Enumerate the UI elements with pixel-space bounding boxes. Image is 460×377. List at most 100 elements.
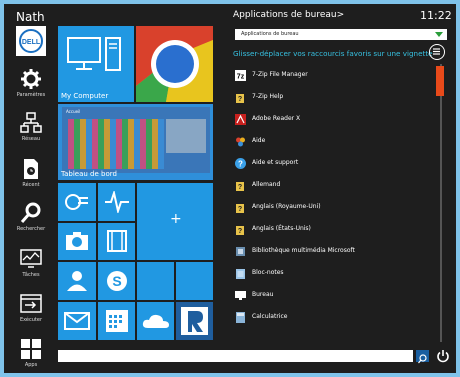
svg-text:?: ?: [238, 96, 242, 103]
desktop-icon: [235, 291, 246, 300]
tile-system-info[interactable]: [58, 183, 96, 221]
search-button[interactable]: [416, 350, 429, 364]
app-label: Adobe Reader X: [252, 115, 301, 122]
tile-add[interactable]: +: [137, 183, 213, 260]
list-item[interactable]: ? Aide et support: [233, 156, 428, 176]
power-icon: [437, 350, 449, 363]
gear-icon: [21, 69, 41, 89]
add-icon: +: [170, 211, 182, 227]
apps-grid-icon: [21, 339, 41, 359]
tile-label: My Computer: [61, 92, 109, 100]
help-file-icon: ?: [236, 182, 244, 191]
tasks-icon: [20, 249, 42, 268]
computer-icon: [67, 37, 121, 71]
calendar-icon: [106, 310, 128, 332]
list-item[interactable]: ? 7-Zip Help: [233, 90, 428, 110]
media-library-icon: [236, 247, 245, 256]
tile-my-computer[interactable]: My Computer: [58, 26, 134, 102]
svg-text:S: S: [112, 273, 121, 289]
list-menu-icon[interactable]: [429, 44, 445, 60]
calculator-icon: [236, 312, 245, 323]
avatar[interactable]: DELL: [16, 26, 46, 56]
app-label: Bureau: [252, 291, 274, 298]
svg-text:?: ?: [238, 184, 242, 191]
rail-item-apps[interactable]: Apps: [4, 338, 58, 368]
tile-performance[interactable]: [98, 183, 135, 221]
dashboard-preview-photo: [166, 119, 206, 153]
tile-blank-2[interactable]: [176, 262, 213, 300]
rail-item-search[interactable]: Rechercher: [4, 202, 58, 232]
rail-item-recent[interactable]: Récent: [4, 158, 58, 188]
scrollbar-track[interactable]: [440, 64, 442, 342]
list-item[interactable]: 7z 7-Zip File Manager: [233, 68, 428, 88]
app-label: Bibliothèque multimédia Microsoft: [252, 247, 355, 254]
list-item[interactable]: Adobe Reader X: [233, 112, 428, 132]
svg-text:7z: 7z: [237, 74, 245, 81]
app-label: Anglais (Royaume-Uni): [252, 203, 321, 210]
tile-mail[interactable]: [58, 302, 96, 340]
user-name: Nath: [16, 10, 45, 24]
list-item[interactable]: ? Anglais (Royaume-Uni): [233, 200, 428, 220]
app-label: Aide et support: [252, 159, 299, 166]
chevron-down-icon: [435, 32, 443, 37]
rail-item-settings[interactable]: Paramètres: [4, 68, 58, 98]
app-label: Bloc-notes: [252, 269, 284, 276]
start-menu: Nath DELL Paramètres Réseau Récent Reche…: [4, 4, 456, 373]
tile-chrome[interactable]: [136, 26, 213, 102]
tile-calendar[interactable]: [98, 302, 135, 340]
dell-logo-icon: DELL: [19, 29, 43, 53]
rail-item-run[interactable]: Exécuter: [4, 293, 58, 323]
rail-label: Rechercher: [16, 226, 46, 232]
window-frame: Nath DELL Paramètres Réseau Récent Reche…: [0, 0, 460, 377]
run-icon: [20, 294, 42, 313]
help-people-icon: [236, 137, 245, 147]
tile-blank-1[interactable]: [137, 262, 174, 300]
category-dropdown[interactable]: Applications de bureau: [235, 29, 447, 40]
list-item[interactable]: Bloc-notes: [233, 266, 428, 286]
rail-item-network[interactable]: Réseau: [4, 112, 58, 142]
adobe-reader-icon: [235, 114, 246, 125]
list-item[interactable]: ? Allemand: [233, 178, 428, 198]
search-input[interactable]: [58, 350, 413, 362]
system-info-icon: [65, 194, 88, 210]
tile-camera[interactable]: [58, 223, 96, 260]
tile-skype[interactable]: S: [98, 262, 135, 300]
dashboard-preview: Accueil: [62, 107, 210, 173]
dashboard-preview-tiles: [68, 119, 164, 169]
tile-dashboard[interactable]: Accueil Tableau de bord: [58, 104, 213, 180]
tile-reader[interactable]: [176, 302, 213, 340]
rail-item-tasks[interactable]: Tâches: [4, 248, 58, 278]
tile-onedrive[interactable]: [137, 302, 174, 340]
rail-label: Récent: [22, 182, 40, 188]
rail-label: Réseau: [21, 136, 41, 142]
heartbeat-icon: [105, 191, 129, 213]
list-item[interactable]: Bibliothèque multimédia Microsoft: [233, 244, 428, 264]
dashboard-preview-title: Accueil: [66, 109, 81, 114]
tile-people[interactable]: [58, 262, 96, 300]
scrollbar-thumb[interactable]: [436, 66, 444, 96]
list-item[interactable]: Bureau: [233, 288, 428, 308]
chrome-icon: [136, 26, 213, 102]
list-item[interactable]: Aide: [233, 134, 428, 154]
app-label: 7-Zip File Manager: [252, 71, 308, 78]
search-icon: [20, 202, 41, 223]
rail-label: Paramètres: [16, 92, 46, 98]
7zip-icon: 7z: [235, 70, 246, 81]
dropdown-value: Applications de bureau: [241, 31, 299, 37]
svg-text:DELL: DELL: [22, 39, 41, 46]
app-label: Anglais (États-Unis): [252, 225, 311, 232]
recent-documents-icon: [24, 159, 38, 179]
network-icon: [20, 112, 42, 133]
panel-title[interactable]: Applications de bureau>: [233, 10, 344, 20]
person-icon: [67, 271, 87, 291]
svg-text:?: ?: [238, 228, 242, 235]
help-file-icon: ?: [236, 204, 244, 213]
app-label: 7-Zip Help: [252, 93, 284, 100]
list-item[interactable]: Calculatrice: [233, 310, 428, 330]
drag-hint: Glisser-déplacer vos raccourcis favoris …: [233, 49, 433, 58]
camera-icon: [66, 232, 88, 250]
rail-label: Apps: [24, 362, 38, 368]
tile-video[interactable]: [98, 223, 135, 260]
list-item[interactable]: ? Anglais (États-Unis): [233, 222, 428, 242]
power-button[interactable]: [436, 348, 450, 363]
